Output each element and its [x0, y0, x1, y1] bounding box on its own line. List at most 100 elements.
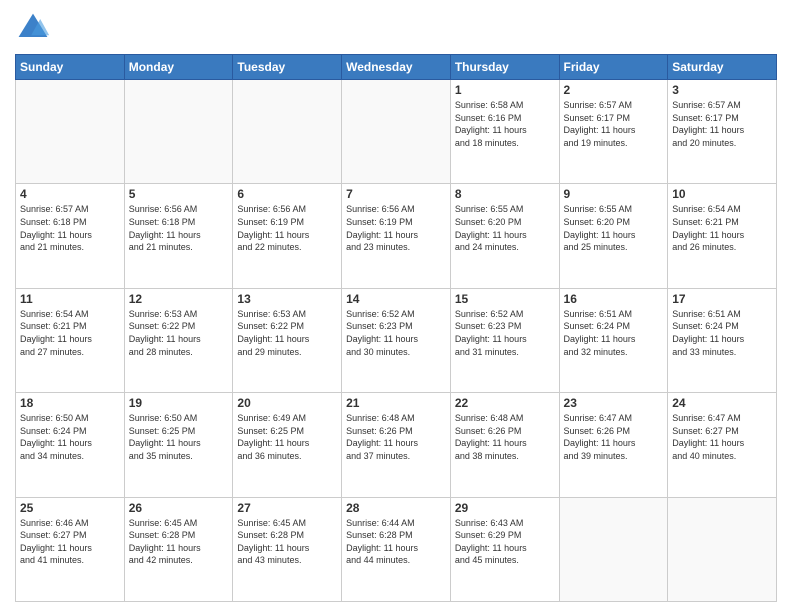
day-number: 2	[564, 83, 664, 97]
logo	[15, 10, 55, 46]
day-number: 26	[129, 501, 229, 515]
day-number: 16	[564, 292, 664, 306]
day-info: Sunrise: 6:56 AM Sunset: 6:19 PM Dayligh…	[237, 203, 337, 253]
calendar-cell	[668, 497, 777, 601]
page: SundayMondayTuesdayWednesdayThursdayFrid…	[0, 0, 792, 612]
day-number: 15	[455, 292, 555, 306]
day-info: Sunrise: 6:55 AM Sunset: 6:20 PM Dayligh…	[564, 203, 664, 253]
calendar-week-row: 11 Sunrise: 6:54 AM Sunset: 6:21 PM Dayli…	[16, 288, 777, 392]
logo-icon	[15, 10, 51, 46]
day-info: Sunrise: 6:54 AM Sunset: 6:21 PM Dayligh…	[20, 308, 120, 358]
day-info: Sunrise: 6:57 AM Sunset: 6:18 PM Dayligh…	[20, 203, 120, 253]
day-number: 12	[129, 292, 229, 306]
calendar-cell: 11 Sunrise: 6:54 AM Sunset: 6:21 PM Dayli…	[16, 288, 125, 392]
calendar-cell: 3 Sunrise: 6:57 AM Sunset: 6:17 PM Daylig…	[668, 80, 777, 184]
calendar-cell	[233, 80, 342, 184]
day-info: Sunrise: 6:54 AM Sunset: 6:21 PM Dayligh…	[672, 203, 772, 253]
calendar-cell: 10 Sunrise: 6:54 AM Sunset: 6:21 PM Dayli…	[668, 184, 777, 288]
day-number: 7	[346, 187, 446, 201]
day-info: Sunrise: 6:47 AM Sunset: 6:27 PM Dayligh…	[672, 412, 772, 462]
calendar-cell: 12 Sunrise: 6:53 AM Sunset: 6:22 PM Dayli…	[124, 288, 233, 392]
day-number: 28	[346, 501, 446, 515]
calendar-cell: 20Sunrise: 6:49 AM Sunset: 6:25 PM Dayli…	[233, 393, 342, 497]
day-header: Friday	[559, 55, 668, 80]
calendar-cell: 2 Sunrise: 6:57 AM Sunset: 6:17 PM Daylig…	[559, 80, 668, 184]
calendar-cell	[342, 80, 451, 184]
calendar-cell: 18Sunrise: 6:50 AM Sunset: 6:24 PM Dayli…	[16, 393, 125, 497]
day-info: Sunrise: 6:44 AM Sunset: 6:28 PM Dayligh…	[346, 517, 446, 567]
day-info: Sunrise: 6:57 AM Sunset: 6:17 PM Dayligh…	[672, 99, 772, 149]
calendar-cell: 4 Sunrise: 6:57 AM Sunset: 6:18 PM Daylig…	[16, 184, 125, 288]
day-number: 17	[672, 292, 772, 306]
day-info: Sunrise: 6:58 AM Sunset: 6:16 PM Dayligh…	[455, 99, 555, 149]
calendar-header-row: SundayMondayTuesdayWednesdayThursdayFrid…	[16, 55, 777, 80]
calendar-cell: 27Sunrise: 6:45 AM Sunset: 6:28 PM Dayli…	[233, 497, 342, 601]
calendar-cell: 23 Sunrise: 6:47 AM Sunset: 6:26 PM Dayli…	[559, 393, 668, 497]
day-number: 11	[20, 292, 120, 306]
day-number: 29	[455, 501, 555, 515]
calendar-cell: 9 Sunrise: 6:55 AM Sunset: 6:20 PM Daylig…	[559, 184, 668, 288]
day-number: 22	[455, 396, 555, 410]
day-header: Wednesday	[342, 55, 451, 80]
calendar-cell: 14Sunrise: 6:52 AM Sunset: 6:23 PM Dayli…	[342, 288, 451, 392]
day-info: Sunrise: 6:46 AM Sunset: 6:27 PM Dayligh…	[20, 517, 120, 567]
day-info: Sunrise: 6:53 AM Sunset: 6:22 PM Dayligh…	[129, 308, 229, 358]
day-number: 8	[455, 187, 555, 201]
day-info: Sunrise: 6:48 AM Sunset: 6:26 PM Dayligh…	[455, 412, 555, 462]
calendar-cell: 24 Sunrise: 6:47 AM Sunset: 6:27 PM Dayli…	[668, 393, 777, 497]
day-info: Sunrise: 6:48 AM Sunset: 6:26 PM Dayligh…	[346, 412, 446, 462]
day-number: 10	[672, 187, 772, 201]
calendar-cell: 13 Sunrise: 6:53 AM Sunset: 6:22 PM Dayli…	[233, 288, 342, 392]
calendar-cell: 21 Sunrise: 6:48 AM Sunset: 6:26 PM Dayli…	[342, 393, 451, 497]
calendar-week-row: 18Sunrise: 6:50 AM Sunset: 6:24 PM Dayli…	[16, 393, 777, 497]
day-info: Sunrise: 6:56 AM Sunset: 6:18 PM Dayligh…	[129, 203, 229, 253]
day-number: 24	[672, 396, 772, 410]
day-number: 1	[455, 83, 555, 97]
calendar-cell: 28 Sunrise: 6:44 AM Sunset: 6:28 PM Dayli…	[342, 497, 451, 601]
day-number: 21	[346, 396, 446, 410]
calendar-cell: 1 Sunrise: 6:58 AM Sunset: 6:16 PM Daylig…	[450, 80, 559, 184]
calendar-cell	[559, 497, 668, 601]
day-number: 13	[237, 292, 337, 306]
calendar-cell: 16 Sunrise: 6:51 AM Sunset: 6:24 PM Dayli…	[559, 288, 668, 392]
calendar-cell: 29 Sunrise: 6:43 AM Sunset: 6:29 PM Dayli…	[450, 497, 559, 601]
calendar-cell: 6Sunrise: 6:56 AM Sunset: 6:19 PM Daylig…	[233, 184, 342, 288]
day-info: Sunrise: 6:57 AM Sunset: 6:17 PM Dayligh…	[564, 99, 664, 149]
day-info: Sunrise: 6:50 AM Sunset: 6:25 PM Dayligh…	[129, 412, 229, 462]
calendar-week-row: 4 Sunrise: 6:57 AM Sunset: 6:18 PM Daylig…	[16, 184, 777, 288]
calendar-cell: 25 Sunrise: 6:46 AM Sunset: 6:27 PM Dayli…	[16, 497, 125, 601]
calendar-cell: 19 Sunrise: 6:50 AM Sunset: 6:25 PM Dayli…	[124, 393, 233, 497]
day-header: Sunday	[16, 55, 125, 80]
day-number: 23	[564, 396, 664, 410]
day-number: 18	[20, 396, 120, 410]
day-number: 9	[564, 187, 664, 201]
day-info: Sunrise: 6:49 AM Sunset: 6:25 PM Dayligh…	[237, 412, 337, 462]
day-info: Sunrise: 6:52 AM Sunset: 6:23 PM Dayligh…	[455, 308, 555, 358]
day-number: 4	[20, 187, 120, 201]
day-info: Sunrise: 6:56 AM Sunset: 6:19 PM Dayligh…	[346, 203, 446, 253]
day-info: Sunrise: 6:53 AM Sunset: 6:22 PM Dayligh…	[237, 308, 337, 358]
calendar-week-row: 25 Sunrise: 6:46 AM Sunset: 6:27 PM Dayli…	[16, 497, 777, 601]
day-number: 5	[129, 187, 229, 201]
calendar-cell: 5 Sunrise: 6:56 AM Sunset: 6:18 PM Daylig…	[124, 184, 233, 288]
day-info: Sunrise: 6:51 AM Sunset: 6:24 PM Dayligh…	[564, 308, 664, 358]
day-header: Monday	[124, 55, 233, 80]
day-number: 25	[20, 501, 120, 515]
day-number: 3	[672, 83, 772, 97]
day-number: 14	[346, 292, 446, 306]
calendar-table: SundayMondayTuesdayWednesdayThursdayFrid…	[15, 54, 777, 602]
day-header: Thursday	[450, 55, 559, 80]
day-number: 19	[129, 396, 229, 410]
day-info: Sunrise: 6:45 AM Sunset: 6:28 PM Dayligh…	[129, 517, 229, 567]
day-info: Sunrise: 6:43 AM Sunset: 6:29 PM Dayligh…	[455, 517, 555, 567]
day-info: Sunrise: 6:47 AM Sunset: 6:26 PM Dayligh…	[564, 412, 664, 462]
calendar-cell	[16, 80, 125, 184]
day-info: Sunrise: 6:51 AM Sunset: 6:24 PM Dayligh…	[672, 308, 772, 358]
day-header: Saturday	[668, 55, 777, 80]
calendar-cell: 17 Sunrise: 6:51 AM Sunset: 6:24 PM Dayli…	[668, 288, 777, 392]
calendar-cell: 8Sunrise: 6:55 AM Sunset: 6:20 PM Daylig…	[450, 184, 559, 288]
day-header: Tuesday	[233, 55, 342, 80]
calendar-cell: 15 Sunrise: 6:52 AM Sunset: 6:23 PM Dayli…	[450, 288, 559, 392]
calendar-cell: 7 Sunrise: 6:56 AM Sunset: 6:19 PM Daylig…	[342, 184, 451, 288]
calendar-cell: 26 Sunrise: 6:45 AM Sunset: 6:28 PM Dayli…	[124, 497, 233, 601]
